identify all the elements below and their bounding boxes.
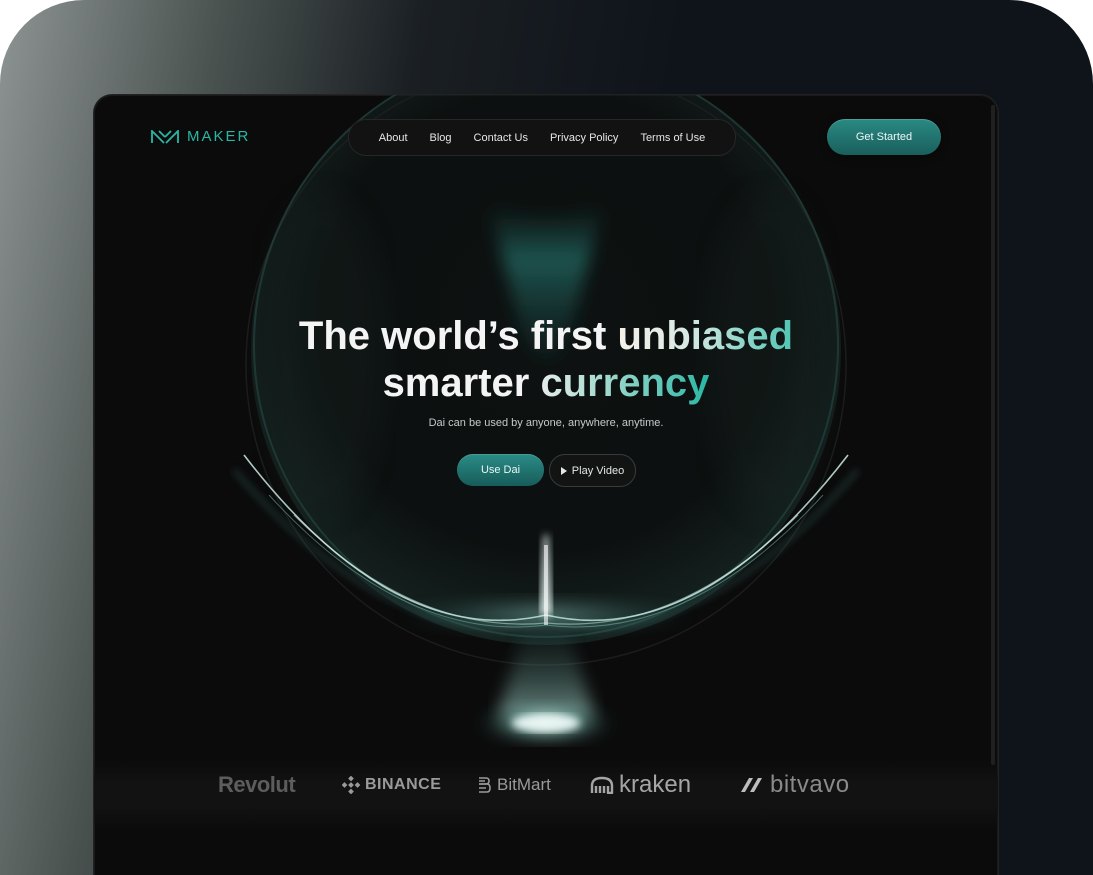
bitmart-icon bbox=[479, 777, 491, 793]
device-frame: MAKER About Blog Contact Us Privacy Poli… bbox=[0, 0, 1093, 875]
nav-about[interactable]: About bbox=[379, 132, 408, 144]
nav-contact-us[interactable]: Contact Us bbox=[474, 132, 528, 144]
hero-title-line1: The world’s first unbiased bbox=[299, 314, 793, 358]
partner-bitmart-label: BitMart bbox=[497, 775, 551, 794]
top-nav: About Blog Contact Us Privacy Policy Ter… bbox=[348, 119, 736, 156]
nav-privacy-policy[interactable]: Privacy Policy bbox=[550, 132, 618, 144]
maker-logo-icon bbox=[151, 129, 179, 144]
hero-artwork bbox=[233, 95, 859, 743]
brand-name: MAKER bbox=[187, 128, 251, 145]
play-video-label: Play Video bbox=[571, 464, 625, 477]
partner-binance: BINANCE bbox=[342, 771, 441, 799]
hero-title: The world’s first unbiased smarter curre… bbox=[94, 313, 998, 407]
partner-kraken-label: kraken bbox=[619, 771, 692, 798]
partner-kraken: kraken bbox=[590, 771, 691, 799]
hero-title-highlight-2: currency bbox=[540, 361, 710, 405]
kraken-icon bbox=[590, 776, 614, 794]
brand-logo[interactable]: MAKER bbox=[151, 128, 250, 145]
binance-icon bbox=[342, 776, 360, 794]
use-dai-button[interactable]: Use Dai bbox=[457, 454, 544, 486]
play-icon bbox=[560, 466, 567, 475]
scrollbar[interactable] bbox=[991, 105, 995, 765]
partner-binance-label: BINANCE bbox=[365, 776, 442, 793]
partner-bitvavo: bitvavo bbox=[739, 771, 850, 799]
hero-title-plain-2: smarter bbox=[382, 361, 541, 405]
hero-title-plain-1: The world’s first bbox=[298, 314, 618, 358]
nav-terms-of-use[interactable]: Terms of Use bbox=[640, 132, 705, 144]
hero-title-line2: smarter currency bbox=[383, 361, 710, 405]
hero-subtitle: Dai can be used by anyone, anywhere, any… bbox=[428, 417, 664, 429]
play-video-button[interactable]: Play Video bbox=[549, 454, 636, 487]
partner-revolut: Revolut bbox=[218, 771, 296, 799]
partner-revolut-label: Revolut bbox=[218, 772, 296, 797]
get-started-button[interactable]: Get Started bbox=[827, 119, 941, 155]
partner-bitvavo-label: bitvavo bbox=[770, 771, 850, 798]
nav-blog[interactable]: Blog bbox=[430, 132, 452, 144]
hero-title-highlight-1: unbiased bbox=[617, 314, 794, 358]
partner-bitmart: BitMart bbox=[476, 771, 551, 799]
browser-screen: MAKER About Blog Contact Us Privacy Poli… bbox=[94, 95, 998, 875]
bitvavo-icon bbox=[741, 778, 762, 792]
